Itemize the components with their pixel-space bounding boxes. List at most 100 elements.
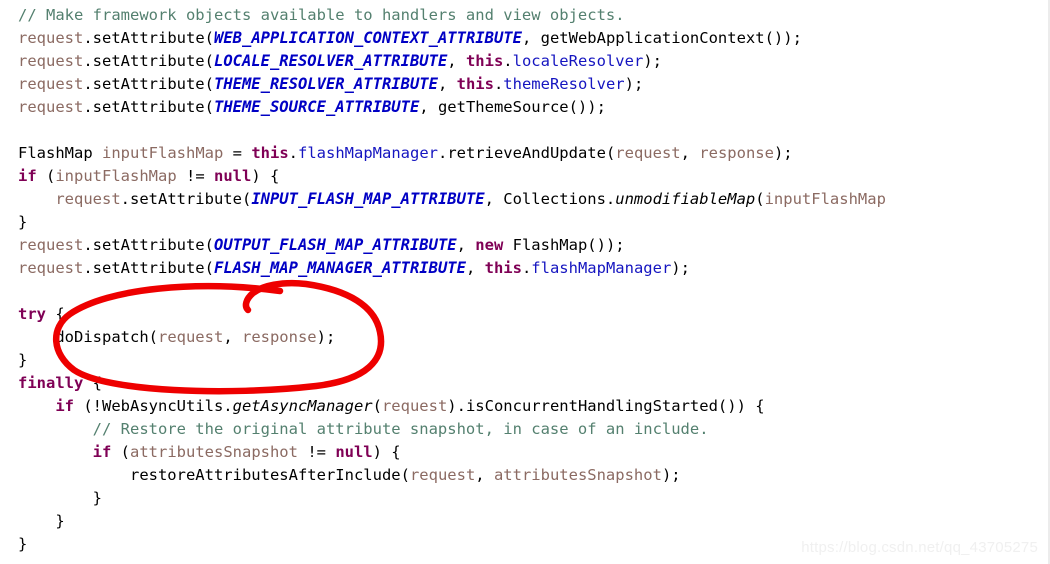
code-token: }	[18, 351, 28, 369]
code-token: );	[671, 259, 690, 277]
code-token: THEME_SOURCE_ATTRIBUTE	[213, 98, 420, 116]
code-token: .setAttribute(	[83, 98, 214, 116]
code-token: null	[335, 443, 373, 461]
code-token: ,	[456, 236, 476, 254]
code-token: request	[18, 29, 84, 47]
code-line: }	[18, 487, 1048, 510]
code-token: );	[661, 466, 681, 484]
code-token: .setAttribute(	[120, 190, 252, 208]
code-token: (!WebAsyncUtils.	[74, 397, 233, 415]
code-token: );	[316, 328, 336, 346]
code-token: =	[223, 144, 252, 162]
code-token: .	[493, 75, 504, 93]
code-token: request	[18, 98, 84, 116]
code-token: try	[18, 305, 46, 323]
code-line: }	[18, 211, 1048, 234]
code-token: ) {	[251, 167, 280, 185]
code-token: }	[92, 489, 102, 507]
code-token: this	[456, 75, 494, 93]
code-token: if	[18, 167, 37, 185]
code-token: OUTPUT_FLASH_MAP_ATTRIBUTE	[213, 236, 457, 254]
code-token: flashMapManager	[298, 144, 438, 162]
code-line: request.setAttribute(OUTPUT_FLASH_MAP_AT…	[18, 234, 1048, 257]
code-token: ,	[475, 466, 494, 484]
source-code-block: // Make framework objects available to h…	[18, 4, 1048, 556]
code-token: !=	[297, 443, 336, 461]
code-token: (	[372, 397, 382, 415]
code-line: // Restore the original attribute snapsh…	[18, 418, 1048, 441]
code-token: .setAttribute(	[83, 236, 214, 254]
code-line: doDispatch(request, response);	[18, 326, 1048, 349]
code-token: if	[55, 397, 74, 415]
code-line: finally {	[18, 372, 1048, 395]
code-token: new	[475, 236, 504, 254]
code-token: request	[615, 144, 681, 162]
code-token: unmodifiableMap	[615, 190, 756, 208]
code-token: this	[484, 259, 522, 277]
code-token: .	[521, 259, 532, 277]
code-token: doDispatch(	[55, 328, 158, 346]
code-line: FlashMap inputFlashMap = this.flashMapMa…	[18, 142, 1048, 165]
code-token: FLASH_MAP_MANAGER_ATTRIBUTE	[213, 259, 466, 277]
code-token: inputFlashMap	[102, 144, 224, 162]
code-token: response	[699, 144, 774, 162]
code-line: }	[18, 510, 1048, 533]
code-token: themeResolver	[503, 75, 625, 93]
code-token: );	[643, 52, 662, 70]
code-token: (	[755, 190, 765, 208]
code-line: try {	[18, 303, 1048, 326]
code-token: request	[157, 328, 224, 346]
code-line: request.setAttribute(FLASH_MAP_MANAGER_A…	[18, 257, 1048, 280]
code-screenshot: // Make framework objects available to h…	[0, 0, 1050, 564]
code-token: ,	[223, 328, 242, 346]
code-token: this	[465, 52, 504, 70]
code-token: .setAttribute(	[83, 259, 214, 277]
code-token: getAsyncManager	[232, 397, 373, 415]
code-token: // Restore the original attribute snapsh…	[92, 420, 709, 438]
code-token: null	[214, 167, 252, 185]
code-token: .	[288, 144, 298, 162]
code-token: localeResolver	[512, 52, 644, 70]
code-token: .	[503, 52, 513, 70]
code-token: setAttribute	[92, 29, 205, 47]
code-token: this	[251, 144, 289, 162]
code-token: , Collections.	[484, 190, 616, 208]
code-token: // Make framework objects available to h…	[18, 6, 625, 24]
code-token: .	[83, 29, 93, 47]
code-token: ) {	[372, 443, 401, 461]
code-token: ,	[447, 52, 466, 70]
code-token: .retrieveAndUpdate(	[437, 144, 616, 162]
code-token: response	[241, 328, 317, 346]
code-token: request	[18, 75, 84, 93]
code-token: ).isConcurrentHandlingStarted()) {	[447, 397, 765, 415]
code-token: flashMapManager	[531, 259, 672, 277]
code-token: finally	[18, 374, 84, 392]
code-token: }	[18, 213, 28, 231]
code-token: (	[111, 443, 130, 461]
code-token: request	[18, 259, 84, 277]
code-line: if (attributesSnapshot != null) {	[18, 441, 1048, 464]
code-token: }	[18, 535, 28, 553]
code-line: restoreAttributesAfterInclude(request, a…	[18, 464, 1048, 487]
code-token: );	[624, 75, 644, 93]
code-token: restoreAttributesAfterInclude(	[129, 466, 410, 484]
code-token: attributesSnapshot	[493, 466, 662, 484]
code-token: LOCALE_RESOLVER_ATTRIBUTE	[213, 52, 448, 70]
code-token: .setAttribute(	[83, 75, 214, 93]
code-line: if (inputFlashMap != null) {	[18, 165, 1048, 188]
code-token: inputFlashMap	[764, 190, 886, 208]
code-line: request.setAttribute(THEME_SOURCE_ATTRIB…	[18, 96, 1048, 119]
code-token: attributesSnapshot	[130, 443, 298, 461]
code-token: !=	[176, 167, 214, 185]
code-token: request	[55, 190, 121, 208]
code-token: (	[36, 167, 56, 185]
code-line: request.setAttribute(THEME_RESOLVER_ATTR…	[18, 73, 1048, 96]
code-token: }	[55, 512, 65, 530]
code-token: {	[46, 305, 65, 323]
code-token: ,	[680, 144, 700, 162]
code-line: request.setAttribute(WEB_APPLICATION_CON…	[18, 27, 1048, 50]
code-token: , getWebApplicationContext());	[521, 29, 802, 47]
code-token: {	[83, 374, 102, 392]
